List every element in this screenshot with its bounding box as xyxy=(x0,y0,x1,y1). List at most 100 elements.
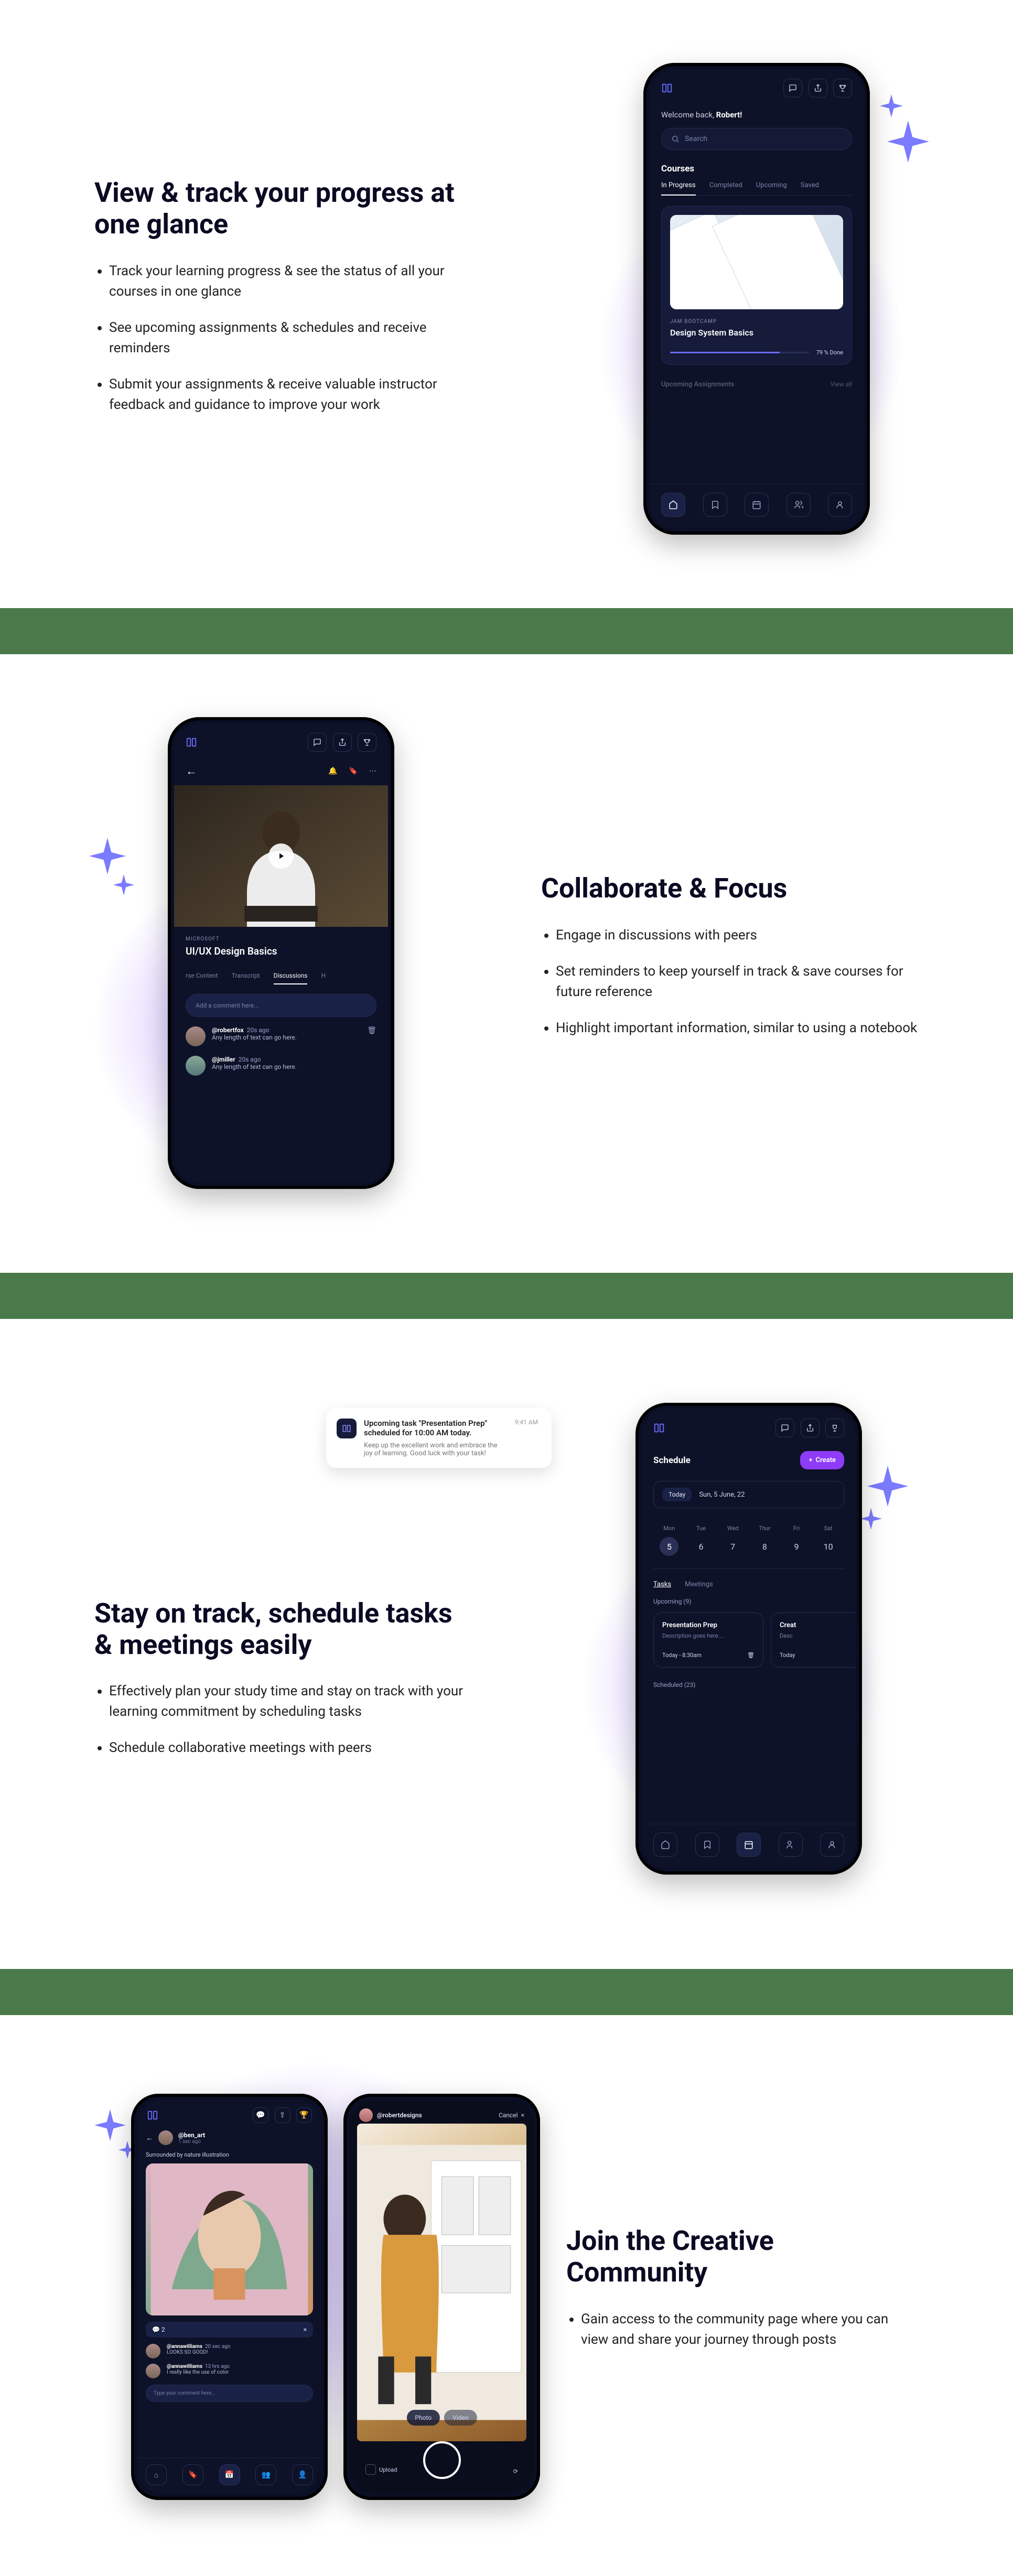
feature-item: Highlight important information, similar… xyxy=(556,1018,919,1038)
camera-preview xyxy=(357,2124,526,2441)
scheduled-count: Scheduled (23) xyxy=(653,1681,844,1689)
photo-mode-button[interactable]: Photo xyxy=(406,2410,440,2426)
notification-subtext: Keep up the excellent work and embrace t… xyxy=(364,1442,508,1457)
date-selector[interactable]: Today Sun, 5 June, 22 xyxy=(653,1481,844,1508)
view-all-link[interactable]: View all xyxy=(831,381,852,388)
day-thur[interactable]: Thur8 xyxy=(749,1525,781,1556)
nav-calendar-icon[interactable] xyxy=(737,1833,761,1857)
nav-home-icon[interactable]: ⌂ xyxy=(146,2464,167,2485)
cancel-button[interactable]: Cancel × xyxy=(499,2112,524,2119)
tab-in-progress[interactable]: In Progress xyxy=(661,181,696,196)
chat-icon[interactable] xyxy=(783,79,802,98)
courses-label: Courses xyxy=(661,164,852,174)
chat-icon[interactable] xyxy=(775,1419,794,1437)
more-icon[interactable]: ⋯ xyxy=(369,767,376,775)
tab-content[interactable]: rse Content xyxy=(186,972,218,984)
avatar xyxy=(146,2344,160,2358)
section-heading: Stay on track, schedule tasks & meetings… xyxy=(94,1598,472,1661)
nav-home-icon[interactable] xyxy=(653,1833,677,1857)
day-fri[interactable]: Fri9 xyxy=(781,1525,813,1556)
chat-icon[interactable] xyxy=(308,733,327,752)
comment-input[interactable]: Add a comment here... xyxy=(186,994,376,1017)
feature-item: Track your learning progress & see the s… xyxy=(109,261,472,302)
section-schedule: Stay on track, schedule tasks & meetings… xyxy=(0,1319,1013,1969)
bookmark-icon[interactable]: 🔖 xyxy=(349,767,358,775)
app-logo-icon xyxy=(186,737,197,748)
close-icon[interactable]: × xyxy=(304,2326,307,2333)
nav-calendar-icon[interactable] xyxy=(745,493,769,517)
task-card[interactable]: Presentation Prep Description goes here.… xyxy=(653,1612,763,1668)
day-wed[interactable]: Wed7 xyxy=(717,1525,749,1556)
day-mon[interactable]: Mon5 xyxy=(653,1525,685,1556)
nav-home-icon[interactable] xyxy=(661,493,685,517)
avatar xyxy=(146,2364,160,2378)
day-sat[interactable]: Sat10 xyxy=(812,1525,844,1556)
course-card[interactable]: JAM BOOTCAMP Design System Basics 79 % D… xyxy=(661,206,852,365)
avatar xyxy=(186,1026,206,1046)
section-separator xyxy=(0,1273,1013,1319)
video-player[interactable] xyxy=(174,785,388,927)
post-caption: Surrounded by nature illustration xyxy=(146,2151,313,2158)
search-input[interactable]: Search xyxy=(661,128,852,150)
task-card[interactable]: Creat Desc Today xyxy=(771,1612,856,1668)
shutter-button[interactable] xyxy=(423,2441,461,2479)
trophy-icon[interactable] xyxy=(358,733,376,752)
nav-bookmark-icon[interactable] xyxy=(703,493,727,517)
course-title: Design System Basics xyxy=(670,328,843,338)
share-icon[interactable] xyxy=(809,79,827,98)
tab-discussions[interactable]: Discussions xyxy=(274,972,308,984)
delete-icon[interactable]: 🗑 xyxy=(747,1652,755,1659)
play-icon[interactable] xyxy=(268,843,294,869)
day-tue[interactable]: Tue6 xyxy=(685,1525,717,1556)
course-title: UI/UX Design Basics xyxy=(186,945,376,957)
video-mode-button[interactable]: Video xyxy=(444,2410,477,2426)
feature-item: Gain access to the community page where … xyxy=(581,2309,919,2350)
chat-icon[interactable]: 💬 xyxy=(253,2107,268,2123)
app-logo-icon xyxy=(653,1422,665,1434)
trophy-icon[interactable]: 🏆 xyxy=(296,2107,312,2123)
tab-saved[interactable]: Saved xyxy=(801,181,819,190)
nav-calendar-icon[interactable]: 📅 xyxy=(219,2464,240,2485)
nav-profile-icon[interactable] xyxy=(828,493,852,517)
search-icon xyxy=(671,135,680,143)
nav-profile-icon[interactable]: 👤 xyxy=(292,2464,313,2485)
comment-item: @robertfox 20s ago Any length of text ca… xyxy=(186,1026,376,1046)
today-pill[interactable]: Today xyxy=(662,1488,692,1501)
flip-camera-icon[interactable]: ⟳ xyxy=(513,2468,518,2475)
nav-bookmark-icon[interactable] xyxy=(695,1833,719,1857)
feature-item: Submit your assignments & receive valuab… xyxy=(109,374,472,415)
create-button[interactable]: + Create xyxy=(800,1451,844,1469)
tab-h[interactable]: H xyxy=(321,972,326,984)
bell-icon[interactable]: 🔔 xyxy=(328,767,337,775)
feature-item: Engage in discussions with peers xyxy=(556,925,919,946)
section-heading: Collaborate & Focus xyxy=(541,873,919,904)
back-icon[interactable]: ← xyxy=(186,764,197,778)
tab-tasks[interactable]: Tasks xyxy=(653,1581,671,1588)
progress-text: 79 % Done xyxy=(816,349,843,356)
share-icon[interactable]: ⇪ xyxy=(275,2107,290,2123)
course-thumbnail xyxy=(670,215,843,309)
nav-community-icon[interactable] xyxy=(779,1833,803,1857)
nav-community-icon[interactable] xyxy=(786,493,811,517)
section-separator xyxy=(0,1969,1013,2015)
nav-community-icon[interactable]: 👥 xyxy=(255,2464,276,2485)
nav-bookmark-icon[interactable]: 🔖 xyxy=(182,2464,203,2485)
upcoming-count: Upcoming (9) xyxy=(653,1598,844,1605)
nav-profile-icon[interactable] xyxy=(820,1833,844,1857)
section-progress: View & track your progress at one glance… xyxy=(0,0,1013,608)
tab-meetings[interactable]: Meetings xyxy=(685,1581,713,1588)
delete-icon[interactable]: 🗑 xyxy=(367,1026,376,1046)
tab-upcoming[interactable]: Upcoming xyxy=(756,181,787,190)
share-icon[interactable] xyxy=(333,733,352,752)
feature-list: Track your learning progress & see the s… xyxy=(94,261,472,415)
upload-button[interactable]: Upload xyxy=(365,2464,397,2475)
back-icon[interactable]: ← xyxy=(146,2134,153,2142)
tab-completed[interactable]: Completed xyxy=(709,181,742,190)
share-icon[interactable] xyxy=(801,1419,820,1437)
trophy-icon[interactable] xyxy=(833,79,852,98)
trophy-icon[interactable] xyxy=(825,1419,844,1437)
comments-toggle[interactable]: 💬 2 × xyxy=(146,2322,313,2337)
bootcamp-label: JAM BOOTCAMP xyxy=(670,319,843,324)
tab-transcript[interactable]: Transcript xyxy=(232,972,260,984)
comment-input[interactable]: Type your comment here... xyxy=(146,2385,313,2402)
